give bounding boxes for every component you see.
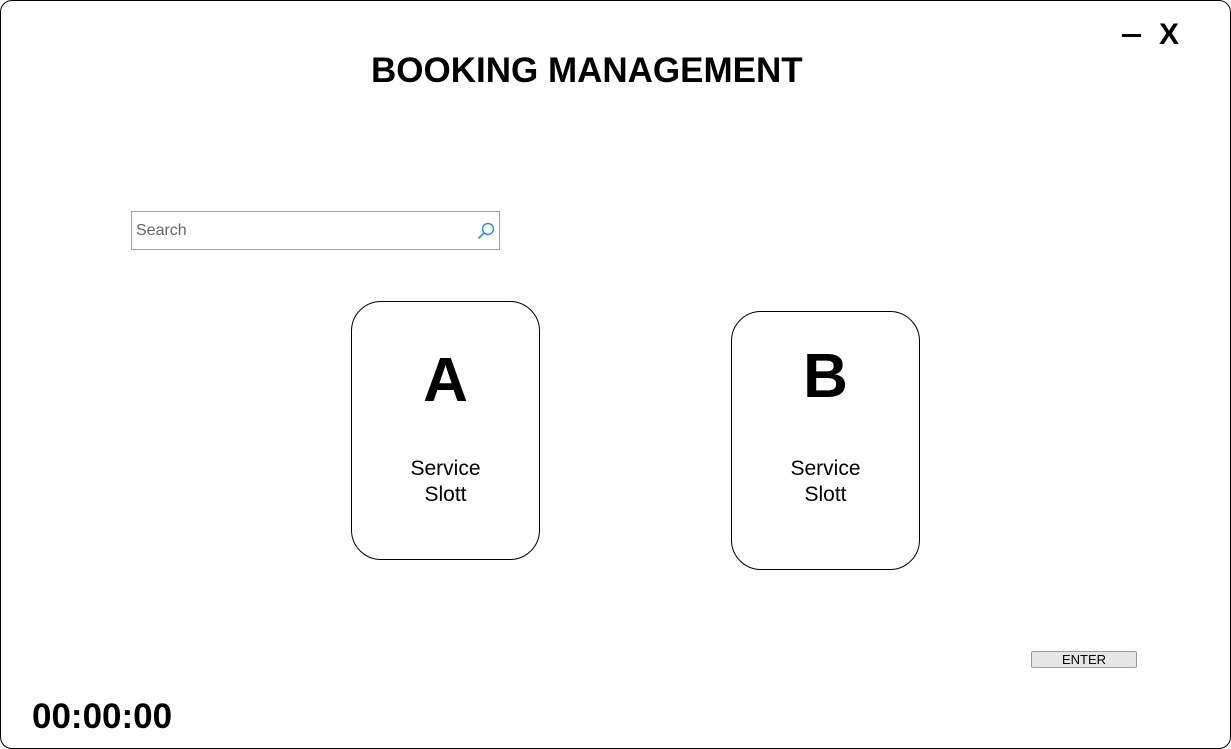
slot-description: Service Slott bbox=[732, 456, 919, 508]
search-field[interactable] bbox=[131, 211, 500, 250]
slot-letter: B bbox=[803, 342, 848, 411]
search-icon[interactable] bbox=[476, 221, 496, 241]
slot-description: Service Slott bbox=[352, 456, 539, 508]
service-slot-b[interactable]: B Service Slott bbox=[731, 311, 920, 570]
slot-description-line2: Slott bbox=[804, 483, 847, 506]
slot-description-line1: Service bbox=[790, 457, 861, 480]
search-input[interactable] bbox=[136, 212, 466, 249]
minimize-button[interactable] bbox=[1122, 34, 1141, 37]
slot-description-line1: Service bbox=[410, 457, 481, 480]
enter-button[interactable]: ENTER bbox=[1031, 651, 1137, 668]
timer-display: 00:00:00 bbox=[32, 697, 173, 736]
service-slot-a[interactable]: A Service Slott bbox=[351, 301, 540, 560]
slot-letter: A bbox=[423, 346, 468, 415]
close-button[interactable]: X bbox=[1159, 17, 1179, 53]
page-title: BOOKING MANAGEMENT bbox=[371, 51, 803, 90]
app-window: BOOKING MANAGEMENT X A Service Slott B S… bbox=[0, 0, 1231, 749]
slot-description-line2: Slott bbox=[424, 483, 467, 506]
